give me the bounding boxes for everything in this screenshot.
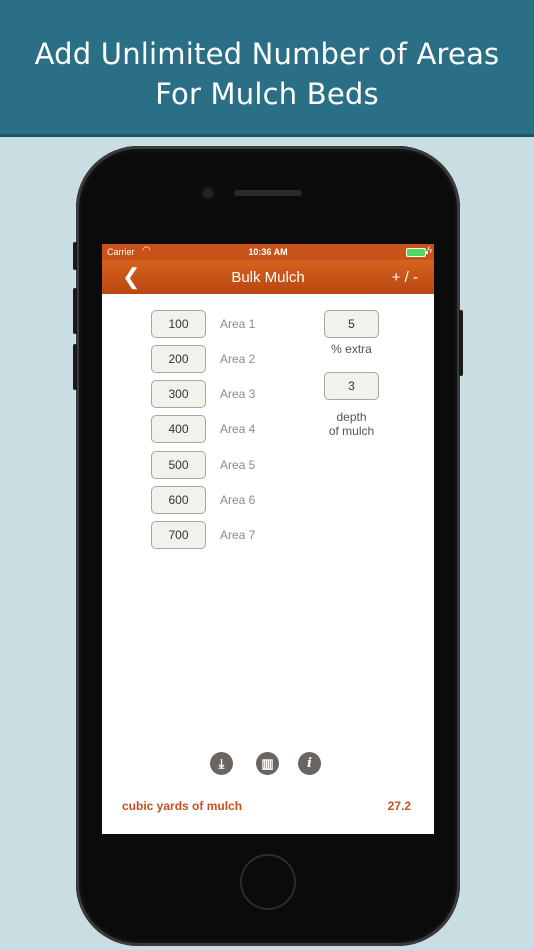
percent-extra-input[interactable]: 5 <box>324 310 379 338</box>
result-label: cubic yards of mulch <box>122 799 243 813</box>
area-6-input[interactable]: 600 <box>151 486 206 514</box>
area-3-input[interactable]: 300 <box>151 380 206 408</box>
area-2-input[interactable]: 200 <box>151 345 206 373</box>
area-5-input[interactable]: 500 <box>151 451 206 479</box>
depth-label-line-1: depth <box>336 410 367 424</box>
status-bar: Carrier ◠ 10:36 AM ϟ <box>102 244 434 260</box>
volume-up-button <box>73 288 77 334</box>
area-7-label: Area 7 <box>220 528 256 542</box>
page-title: Bulk Mulch <box>231 269 305 286</box>
area-1-input[interactable]: 100 <box>151 310 206 338</box>
info-icon[interactable]: i <box>298 752 321 775</box>
download-icon[interactable]: ⤓ <box>210 752 233 775</box>
status-time: 10:36 AM <box>248 247 288 257</box>
area-7-input[interactable]: 700 <box>151 521 206 549</box>
result-value: 27.2 <box>387 799 411 813</box>
app-screen: Carrier ◠ 10:36 AM ϟ ❮ Bulk Mulch + / - … <box>102 244 434 834</box>
area-6-label: Area 6 <box>220 493 256 507</box>
area-3-label: Area 3 <box>220 387 256 401</box>
power-button <box>459 310 463 376</box>
home-button <box>240 854 296 910</box>
depth-label-line-2: of mulch <box>328 424 375 438</box>
banner-title-line-2: For Mulch Beds <box>155 77 379 111</box>
banner-title-line-1: Add Unlimited Number of Areas <box>34 37 500 71</box>
area-4-label: Area 4 <box>220 422 256 436</box>
charging-icon: ϟ <box>427 245 432 255</box>
silent-switch <box>73 242 77 270</box>
volume-down-button <box>73 344 77 390</box>
promo-banner: Add Unlimited Number of Areas For Mulch … <box>0 0 534 137</box>
battery-icon <box>406 248 428 257</box>
area-2-label: Area 2 <box>220 352 256 366</box>
depth-input[interactable]: 3 <box>324 372 379 400</box>
depth-label: depth of mulch <box>318 410 385 438</box>
earpiece-speaker <box>234 190 302 196</box>
front-camera <box>203 188 213 198</box>
phone-frame: Carrier ◠ 10:36 AM ϟ ❮ Bulk Mulch + / - … <box>73 146 463 946</box>
add-remove-area-button[interactable]: + / - <box>392 269 418 286</box>
area-1-label: Area 1 <box>220 317 256 331</box>
trash-icon[interactable]: ▥ <box>256 752 279 775</box>
area-4-input[interactable]: 400 <box>151 415 206 443</box>
navigation-bar: ❮ Bulk Mulch + / - <box>102 260 434 294</box>
area-5-label: Area 5 <box>220 458 256 472</box>
percent-extra-label: % extra <box>331 342 372 356</box>
